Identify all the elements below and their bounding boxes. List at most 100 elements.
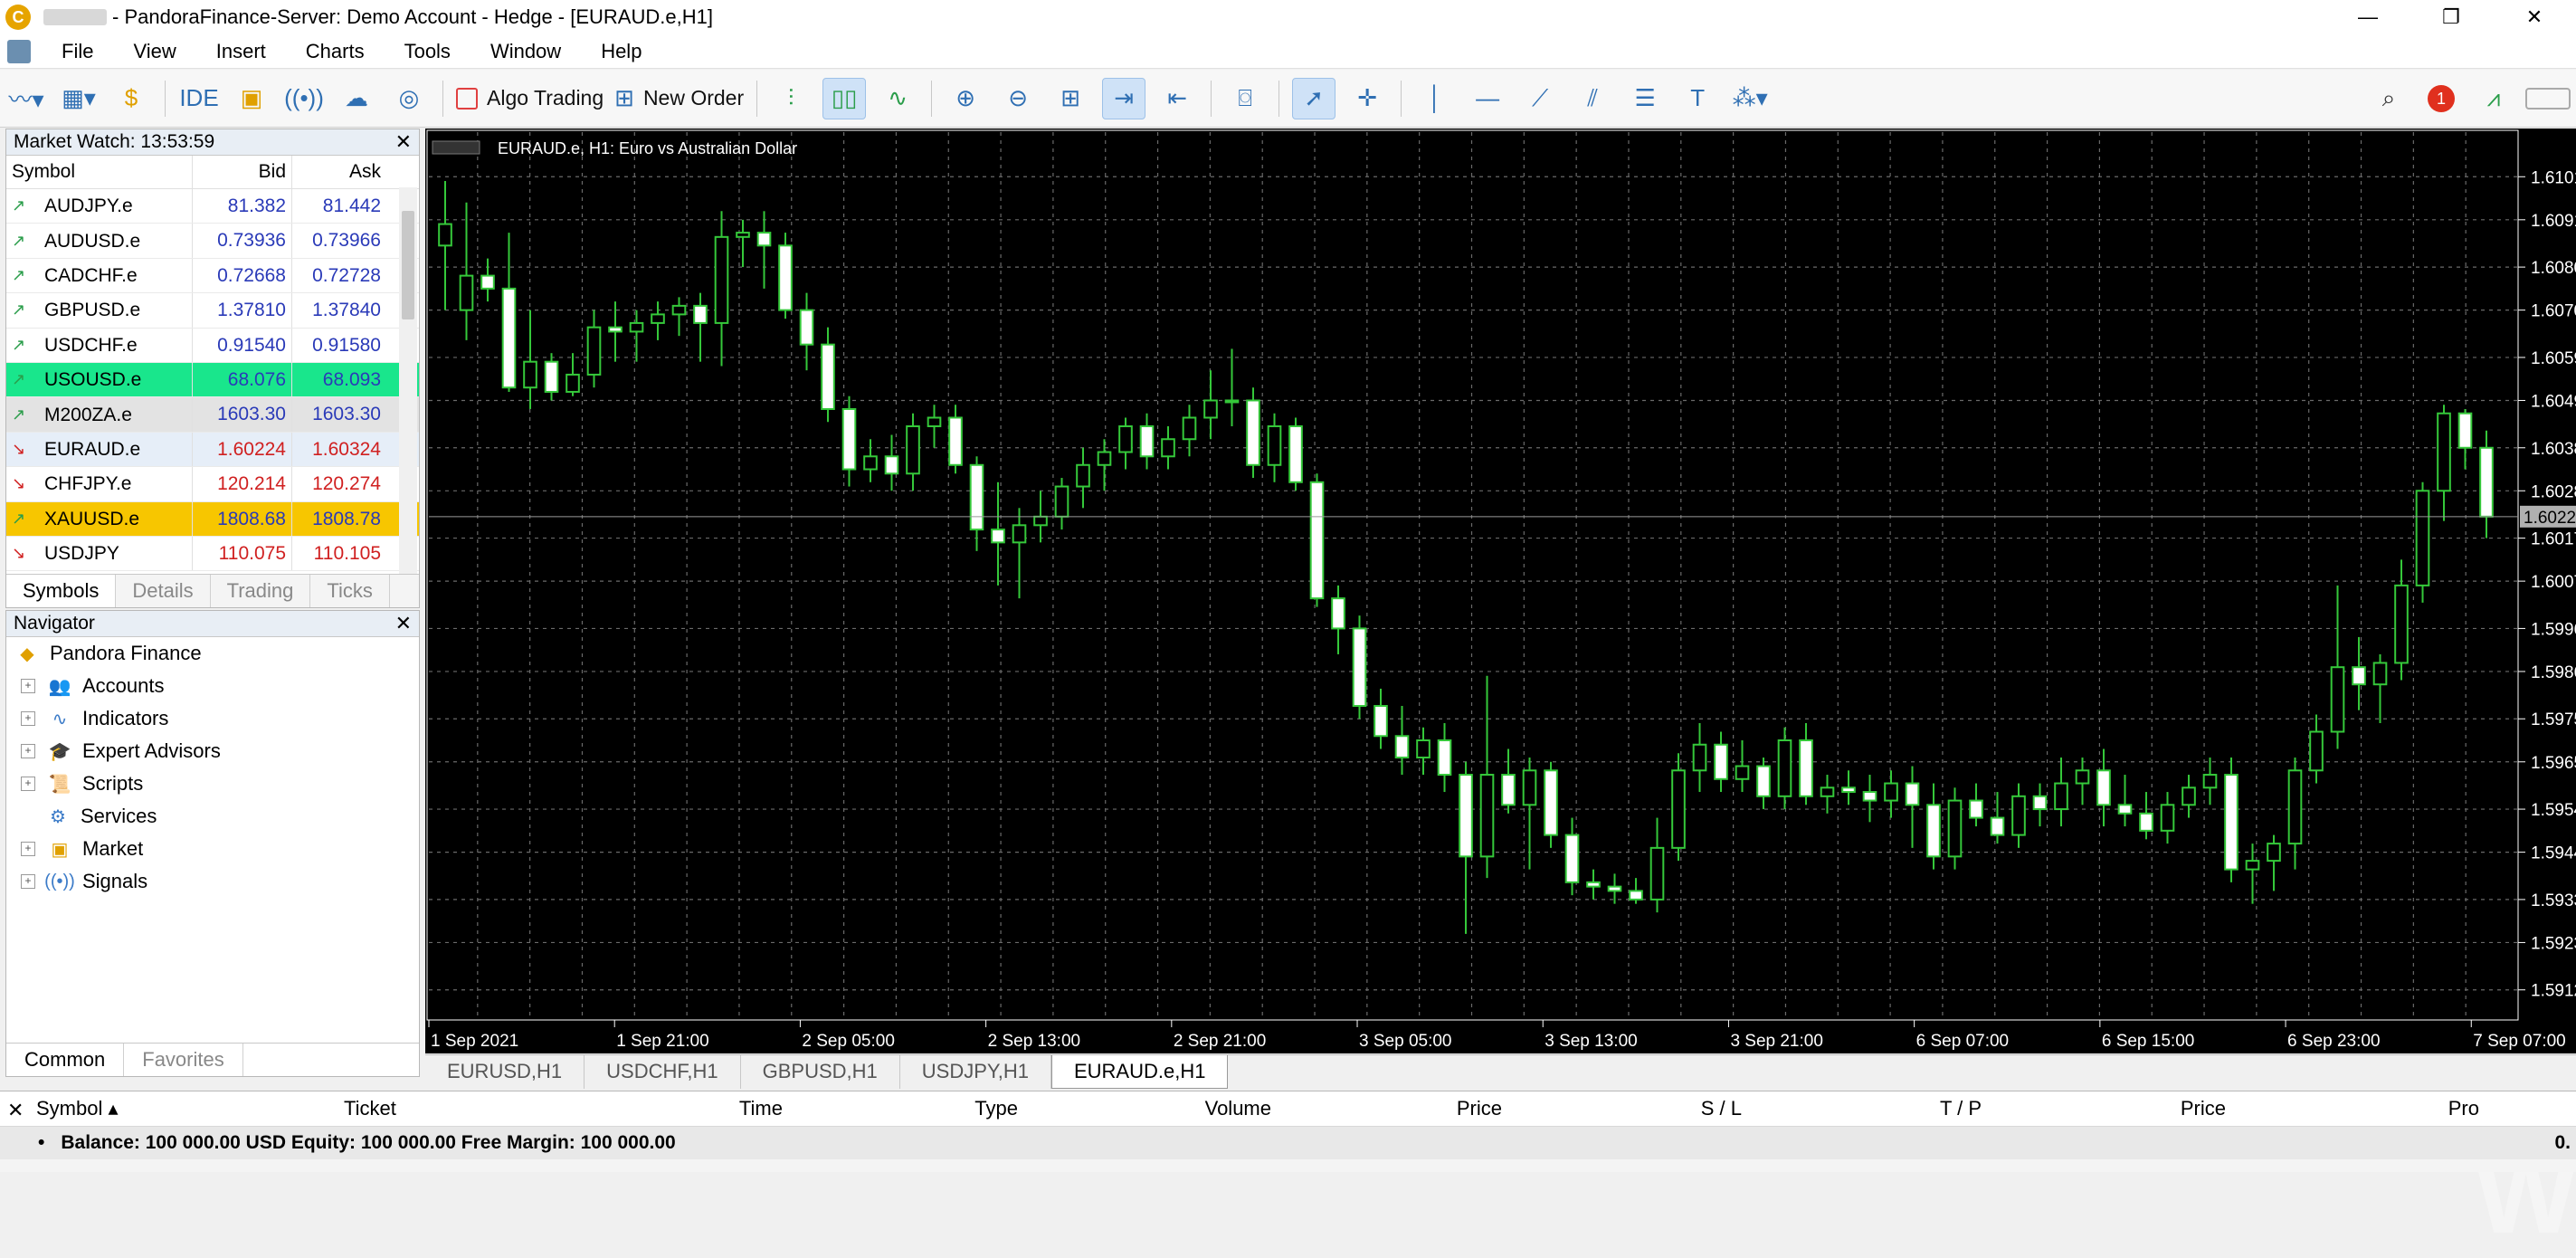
market-watch-row[interactable]: ↘ EURAUD.e 1.60224 1.60324 [6, 432, 419, 468]
tab-euraud[interactable]: EURAUD.e,H1 [1050, 1055, 1229, 1089]
column-ask[interactable]: Ask [291, 156, 386, 188]
navigator-expert-advisors[interactable]: + 🎓 Expert Advisors [6, 735, 419, 767]
column-symbol[interactable]: Symbol [6, 156, 192, 188]
algo-trading-button[interactable]: Algo Trading [456, 79, 604, 119]
market-watch-row[interactable]: ↗ GBPUSD.e 1.37810 1.37840 [6, 293, 419, 329]
column-bid[interactable]: Bid [192, 156, 291, 188]
vps-cloud-icon[interactable]: ☁ [336, 79, 377, 119]
menu-view[interactable]: View [113, 40, 195, 63]
vertical-scrollbar[interactable] [399, 187, 417, 586]
notifications-button[interactable]: 1 [2420, 79, 2462, 119]
navigator-signals[interactable]: + ((•)) Signals [6, 865, 419, 898]
navigator-services[interactable]: ⚙ Services [6, 800, 419, 833]
close-icon[interactable]: ✕ [395, 611, 412, 636]
maximize-button[interactable]: ❐ [2410, 0, 2493, 34]
navigator-market[interactable]: + ▣ Market [6, 833, 419, 865]
zoom-in-icon[interactable]: ⊕ [945, 79, 986, 119]
tab-eurusd[interactable]: EURUSD,H1 [425, 1055, 585, 1089]
scrollbar-thumb[interactable] [402, 211, 414, 319]
market-watch-row[interactable]: ↗ XAUUSD.e 1808.68 1808.78 [6, 501, 419, 537]
menu-file[interactable]: File [42, 40, 113, 63]
navigator-accounts[interactable]: + 👥 Accounts [6, 670, 419, 702]
menu-insert[interactable]: Insert [196, 40, 286, 63]
column-current-price[interactable]: Price [1982, 1097, 2226, 1120]
cursor-icon[interactable]: ➚ [1292, 77, 1336, 119]
column-sl[interactable]: S / L [1502, 1097, 1742, 1120]
column-symbol[interactable]: Symbol ▴ [0, 1097, 176, 1120]
tab-details[interactable]: Details [116, 575, 211, 607]
trendline-icon[interactable]: ⟋ [1519, 79, 1561, 119]
line-chart-icon[interactable]: ∿ [877, 79, 918, 119]
signals-icon[interactable]: ((•)) [283, 79, 325, 119]
ide-button[interactable]: IDE [178, 79, 220, 119]
close-icon[interactable]: ✕ [395, 129, 412, 155]
chart-template-icon[interactable]: ▦▾ [58, 79, 100, 119]
candlestick-chart-icon[interactable]: ▯▯ [822, 77, 867, 119]
menu-window[interactable]: Window [471, 40, 581, 63]
market-watch-row[interactable]: ↘ CHFJPY.e 120.214 120.274 [6, 467, 419, 502]
dollar-icon[interactable]: $ [110, 79, 152, 119]
market-watch-row[interactable]: ↗ USDCHF.e 0.91540 0.91580 [6, 328, 419, 363]
column-tp[interactable]: T / P [1742, 1097, 1982, 1120]
expand-icon[interactable]: + [21, 777, 35, 791]
crosshair-icon[interactable]: ✛ [1346, 79, 1388, 119]
search-icon[interactable]: ⌕ [2368, 79, 2410, 119]
fibonacci-icon[interactable]: ☰ [1624, 79, 1666, 119]
globe-icon[interactable]: ◎ [388, 79, 430, 119]
tab-usdjpy[interactable]: USDJPY,H1 [900, 1055, 1051, 1089]
close-icon[interactable]: ✕ [7, 1099, 24, 1122]
market-watch-row[interactable]: ↗ AUDJPY.e 81.382 81.442 [6, 189, 419, 224]
column-profit[interactable]: Pro [2226, 1097, 2479, 1120]
expand-icon[interactable]: + [21, 679, 35, 693]
menu-charts[interactable]: Charts [286, 40, 385, 63]
tab-common[interactable]: Common [6, 1044, 125, 1076]
navigator-indicators[interactable]: + ∿ Indicators [6, 702, 419, 735]
tab-trading[interactable]: Trading [211, 575, 311, 607]
expand-icon[interactable]: + [21, 842, 35, 856]
grid-icon[interactable]: ⊞ [1050, 79, 1091, 119]
horizontal-line-icon[interactable]: — [1467, 79, 1508, 119]
minimize-button[interactable]: — [2326, 0, 2410, 34]
chart-shift-icon[interactable]: ⇤ [1156, 79, 1198, 119]
column-volume[interactable]: Volume [1018, 1097, 1271, 1120]
navigator-root[interactable]: ◆ Pandora Finance [6, 637, 419, 670]
shapes-dropdown-icon[interactable]: ⁂▾ [1729, 79, 1771, 119]
close-button[interactable]: ✕ [2493, 0, 2576, 34]
market-watch-row[interactable]: ↗ AUDUSD.e 0.73936 0.73966 [6, 224, 419, 259]
candle-body [2160, 804, 2175, 832]
candle-body [1714, 743, 1728, 780]
column-price[interactable]: Price [1271, 1097, 1502, 1120]
tab-ticks[interactable]: Ticks [310, 575, 390, 607]
menu-help[interactable]: Help [581, 40, 661, 63]
tab-favorites[interactable]: Favorites [124, 1044, 243, 1076]
price-chart[interactable]: 1.6101 1.6091 1.6080 1.6070 1.6059 1.6049 1.60… [425, 129, 2576, 1256]
market-watch-row[interactable]: ↗ M200ZA.e 1603.30 1603.30 [6, 397, 419, 433]
tab-usdchf[interactable]: USDCHF,H1 [585, 1055, 741, 1089]
column-time[interactable]: Time [466, 1097, 783, 1120]
column-ticket[interactable]: Ticket [176, 1097, 466, 1120]
market-watch-row[interactable]: ↗ USOUSD.e 68.076 68.093 [6, 362, 419, 398]
market-watch-row[interactable]: ↘ USDJPY 110.075 110.105 [6, 536, 419, 572]
market-bag-icon[interactable]: ▣ [231, 79, 272, 119]
candle-body [2054, 782, 2068, 811]
tab-symbols[interactable]: Symbols [6, 575, 117, 607]
menu-tools[interactable]: Tools [385, 40, 471, 63]
new-order-button[interactable]: ⊞ New Order [614, 79, 744, 119]
candle-body [1182, 416, 1197, 441]
indicators-dropdown-icon[interactable]: 〰▾ [5, 79, 47, 119]
text-icon[interactable]: T [1677, 79, 1718, 119]
market-watch-row[interactable]: ↗ CADCHF.e 0.72668 0.72728 [6, 258, 419, 294]
channel-icon[interactable]: ⫽ [1572, 79, 1613, 119]
auto-scroll-icon[interactable]: ⇥ [1102, 77, 1146, 119]
expand-icon[interactable]: + [21, 711, 35, 726]
vertical-line-icon[interactable]: │ [1414, 79, 1456, 119]
tab-gbpusd[interactable]: GBPUSD,H1 [741, 1055, 900, 1089]
navigator-scripts[interactable]: + 📜 Scripts [6, 767, 419, 800]
expand-icon[interactable]: + [21, 874, 35, 889]
candlestick-chart-svg[interactable]: 1.6101 1.6091 1.6080 1.6070 1.6059 1.6049 1.60… [425, 129, 2576, 1053]
bar-chart-icon[interactable]: ⫶ [770, 79, 812, 119]
column-type[interactable]: Type [783, 1097, 1018, 1120]
expand-icon[interactable]: + [21, 744, 35, 758]
screenshot-icon[interactable]: ⌼ [1224, 79, 1266, 119]
zoom-out-icon[interactable]: ⊖ [997, 79, 1039, 119]
